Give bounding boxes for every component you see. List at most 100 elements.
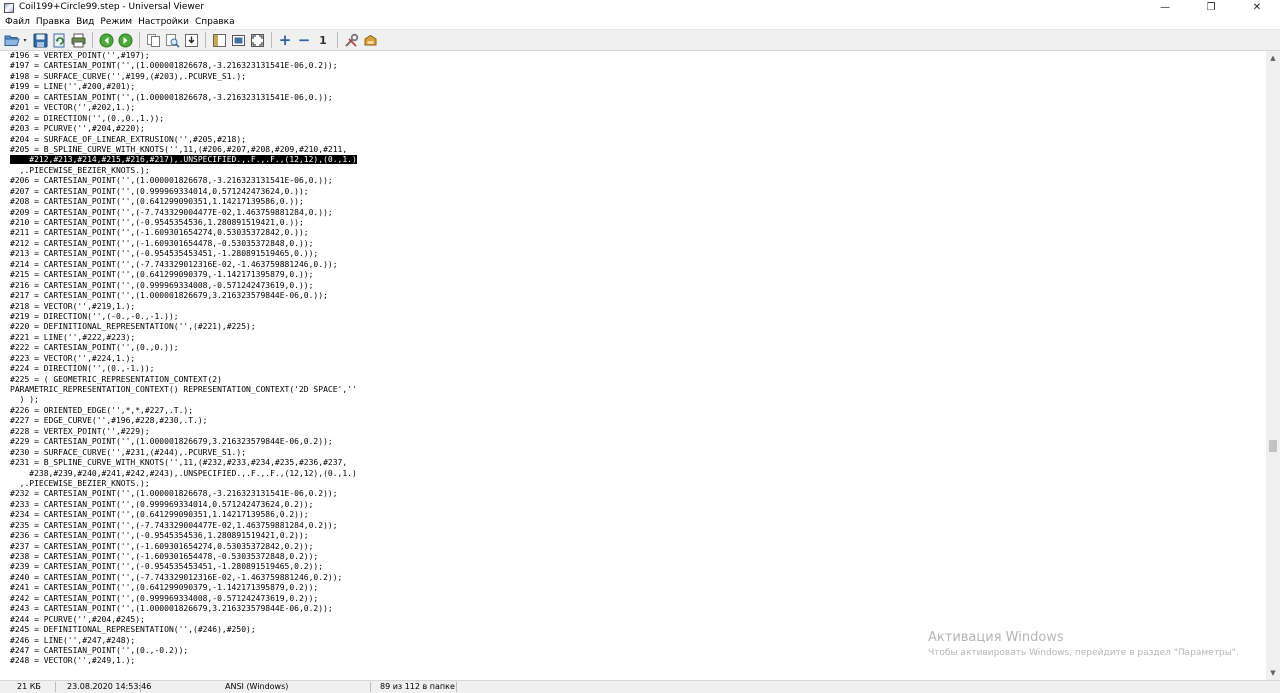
status-separator xyxy=(456,682,457,692)
code-line-text: #220 = DEFINITIONAL_REPRESENTATION('',(#… xyxy=(10,322,256,332)
menu-settings[interactable]: Настройки xyxy=(136,15,193,29)
export-button[interactable] xyxy=(182,31,200,49)
menu-edit[interactable]: Правка xyxy=(34,15,74,29)
status-encoding[interactable]: ANSI (Windows) xyxy=(225,681,288,693)
code-line-text: #221 = LINE('',#222,#223); xyxy=(10,332,136,342)
zoom-out-icon: − xyxy=(297,30,311,49)
window-controls: — ❐ ✕ xyxy=(1142,0,1280,15)
code-line-text: #196 = VERTEX_POINT('',#197); xyxy=(10,51,150,60)
code-line-text: #235 = CARTESIAN_POINT('',(-7.7433290044… xyxy=(10,520,338,530)
copy-button[interactable] xyxy=(144,31,162,49)
app-icon xyxy=(4,2,14,13)
code-line: #199 = LINE('',#200,#201); xyxy=(10,82,1265,92)
back-button[interactable] xyxy=(97,31,115,49)
toolbar-separator xyxy=(337,32,338,48)
code-line: #216 = CARTESIAN_POINT('',(0.99996933400… xyxy=(10,281,1265,291)
find-button[interactable] xyxy=(163,31,181,49)
code-line-text: #202 = DIRECTION('',(0.,0.,1.)); xyxy=(10,113,165,123)
code-line-text: #233 = CARTESIAN_POINT('',(0.99996933401… xyxy=(10,499,314,509)
toolbar: ▾ + − 1 xyxy=(0,29,1280,51)
text-viewer[interactable]: #196 = VERTEX_POINT('',#197); #197 = CART… xyxy=(0,51,1280,680)
forward-button[interactable] xyxy=(116,31,134,49)
code-line-text: #201 = VECTOR('',#202,1.); xyxy=(10,103,136,113)
toolbar-separator xyxy=(92,32,93,48)
code-line: #239 = CARTESIAN_POINT('',(-0.9545354534… xyxy=(10,562,1265,572)
code-line-text: #204 = SURFACE_OF_LINEAR_EXTRUSION('',#2… xyxy=(10,134,247,144)
zoom-in-button[interactable]: + xyxy=(276,31,294,49)
code-line-text: #211 = CARTESIAN_POINT('',(-1.6093016542… xyxy=(10,228,309,238)
code-line: ,.PIECEWISE_BEZIER_KNOTS.); xyxy=(10,479,1265,489)
code-line: #226 = ORIENTED_EDGE('',*,*,#227,.T.); xyxy=(10,406,1265,416)
menu-bar: Файл Правка Вид Режим Настройки Справка xyxy=(0,15,1280,29)
fit-window-icon xyxy=(250,33,264,47)
reload-button[interactable] xyxy=(50,31,68,49)
fit-window-button[interactable] xyxy=(248,31,266,49)
code-line-text: ,.PIECEWISE_BEZIER_KNOTS.); xyxy=(10,165,150,175)
code-line-text: #206 = CARTESIAN_POINT('',(1.00000182667… xyxy=(10,176,333,186)
back-arrow-icon xyxy=(99,33,113,47)
code-line: #198 = SURFACE_CURVE('',#199,(#203),.PCU… xyxy=(10,72,1265,82)
open-dropdown[interactable]: ▾ xyxy=(22,31,28,49)
status-separator xyxy=(140,682,141,692)
status-bar: 21 КБ 23.08.2020 14:53:46 ANSI (Windows)… xyxy=(0,680,1280,693)
code-line-text: #246 = LINE('',#247,#248); xyxy=(10,635,136,645)
close-button[interactable]: ✕ xyxy=(1234,0,1280,15)
text-mode-icon xyxy=(212,33,226,47)
zoom-in-icon: + xyxy=(278,30,292,49)
maximize-button[interactable]: ❐ xyxy=(1188,0,1234,15)
code-line: #201 = VECTOR('',#202,1.); xyxy=(10,103,1265,113)
code-line-text: #200 = CARTESIAN_POINT('',(1.00000182667… xyxy=(10,92,333,102)
scroll-thumb[interactable] xyxy=(1269,440,1277,452)
code-line-text: #222 = CARTESIAN_POINT('',(0.,0.)); xyxy=(10,343,179,353)
code-line-text: #209 = CARTESIAN_POINT('',(-7.7433290044… xyxy=(10,207,333,217)
code-line: #235 = CARTESIAN_POINT('',(-7.7433290044… xyxy=(10,521,1265,531)
code-line: ) ); xyxy=(10,395,1265,405)
find-icon xyxy=(165,33,180,48)
code-line: #196 = VERTEX_POINT('',#197); xyxy=(10,51,1265,61)
code-line-text: #237 = CARTESIAN_POINT('',(-1.6093016542… xyxy=(10,541,314,551)
menu-mode[interactable]: Режим xyxy=(98,15,136,29)
code-line: #210 = CARTESIAN_POINT('',(-0.9545354536… xyxy=(10,218,1265,228)
code-line-text: #225 = ( GEOMETRIC_REPRESENTATION_CONTEX… xyxy=(10,374,222,384)
fold-gutter xyxy=(0,51,9,680)
code-line-text: #215 = CARTESIAN_POINT('',(0.64129909037… xyxy=(10,270,314,280)
menu-help[interactable]: Справка xyxy=(193,15,239,29)
code-area[interactable]: #196 = VERTEX_POINT('',#197); #197 = CART… xyxy=(10,51,1265,680)
code-line: ,.PIECEWISE_BEZIER_KNOTS.); xyxy=(10,166,1265,176)
code-line-text: #243 = CARTESIAN_POINT('',(1.00000182667… xyxy=(10,604,333,614)
code-line-text: #228 = VERTEX_POINT('',#229); xyxy=(10,426,150,436)
menu-view[interactable]: Вид xyxy=(74,15,98,29)
code-line: #221 = LINE('',#222,#223); xyxy=(10,333,1265,343)
open-button[interactable] xyxy=(3,31,21,49)
code-line-text: #197 = CARTESIAN_POINT('',(1.00000182667… xyxy=(10,61,338,71)
code-line-text: #242 = CARTESIAN_POINT('',(0.99996933400… xyxy=(10,593,319,603)
settings-tools-button[interactable] xyxy=(342,31,360,49)
code-line: #200 = CARTESIAN_POINT('',(1.00000182667… xyxy=(10,93,1265,103)
code-line: #213 = CARTESIAN_POINT('',(-0.9545354534… xyxy=(10,249,1265,259)
vertical-scrollbar[interactable]: ▲ ▼ xyxy=(1266,51,1280,680)
plugins-button[interactable] xyxy=(361,31,379,49)
image-mode-button[interactable] xyxy=(229,31,247,49)
code-line: #243 = CARTESIAN_POINT('',(1.00000182667… xyxy=(10,604,1265,614)
text-mode-button[interactable] xyxy=(210,31,228,49)
code-line-text: #229 = CARTESIAN_POINT('',(1.00000182667… xyxy=(10,437,333,447)
export-icon xyxy=(184,33,198,47)
menu-file[interactable]: Файл xyxy=(3,15,34,29)
original-size-button[interactable]: 1 xyxy=(314,31,332,49)
toolbar-separator xyxy=(271,32,272,48)
zoom-out-button[interactable]: − xyxy=(295,31,313,49)
code-line-text: #217 = CARTESIAN_POINT('',(1.00000182667… xyxy=(10,291,328,301)
minimize-button[interactable]: — xyxy=(1142,0,1188,15)
code-line-text: #245 = DEFINITIONAL_REPRESENTATION('',(#… xyxy=(10,625,256,635)
save-button[interactable] xyxy=(31,31,49,49)
code-line-text: #226 = ORIENTED_EDGE('',*,*,#227,.T.); xyxy=(10,405,194,415)
code-line: #244 = PCURVE('',#204,#245); xyxy=(10,615,1265,625)
print-button[interactable] xyxy=(69,31,87,49)
scroll-up-button[interactable]: ▲ xyxy=(1266,51,1280,65)
scroll-down-button[interactable]: ▼ xyxy=(1266,666,1280,680)
code-line-text: #212 = CARTESIAN_POINT('',(-1.6093016544… xyxy=(10,238,314,248)
code-line: #219 = DIRECTION('',(-0.,-0.,-1.)); xyxy=(10,312,1265,322)
code-line: #247 = CARTESIAN_POINT('',(0.,-0.2)); xyxy=(10,646,1265,656)
code-line: #227 = EDGE_CURVE('',#196,#228,#230,.T.)… xyxy=(10,416,1265,426)
code-line-text: #208 = CARTESIAN_POINT('',(0.64129909035… xyxy=(10,197,304,207)
